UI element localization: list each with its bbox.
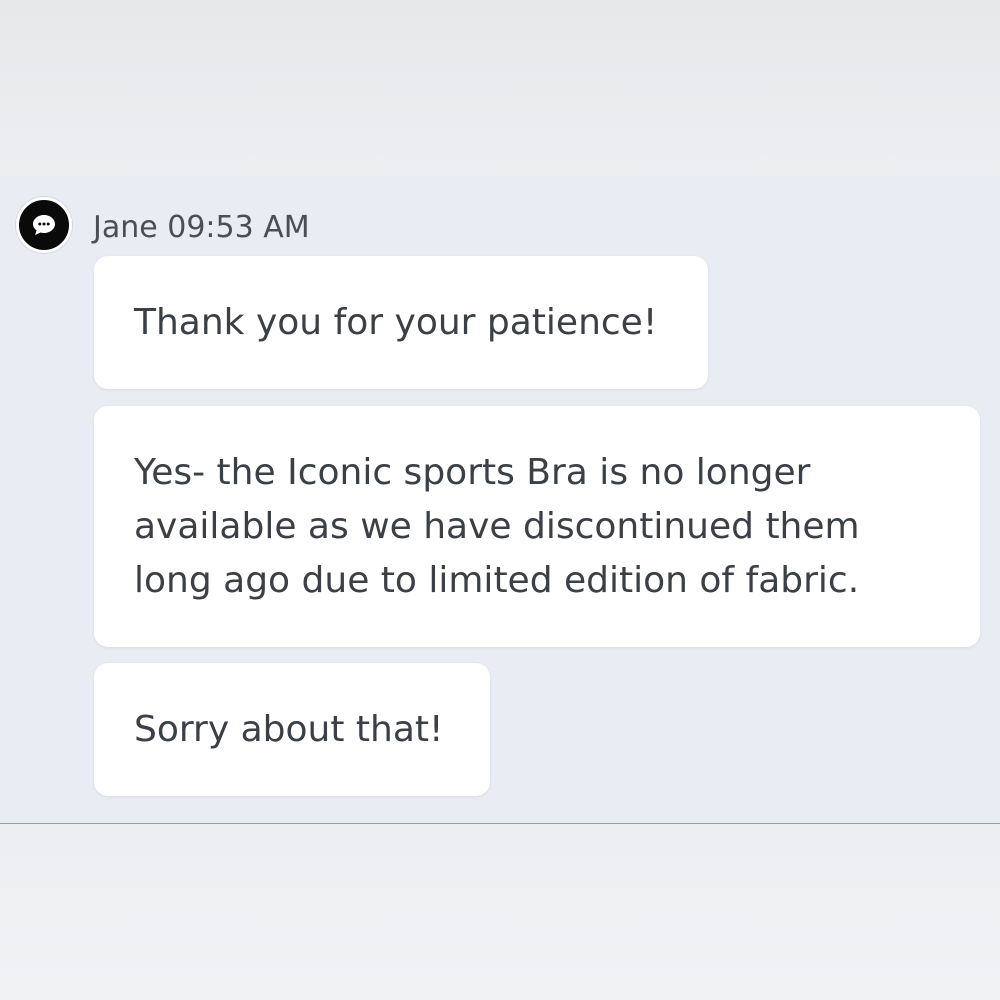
- chat-bubble-icon: [33, 215, 55, 235]
- message-text: Yes- the Iconic sports Bra is no longer …: [134, 451, 860, 601]
- message-bubble: Sorry about that!: [94, 663, 490, 796]
- message-bubble: Yes- the Iconic sports Bra is no longer …: [94, 406, 980, 647]
- message-text: Thank you for your patience!: [134, 301, 658, 343]
- message-text: Sorry about that!: [134, 708, 444, 750]
- message-meta: Jane 09:53 AM: [93, 210, 310, 245]
- bottom-band: [0, 824, 1000, 1000]
- agent-avatar: [16, 197, 72, 253]
- top-band: [0, 0, 1000, 176]
- message-bubble: Thank you for your patience!: [94, 256, 708, 389]
